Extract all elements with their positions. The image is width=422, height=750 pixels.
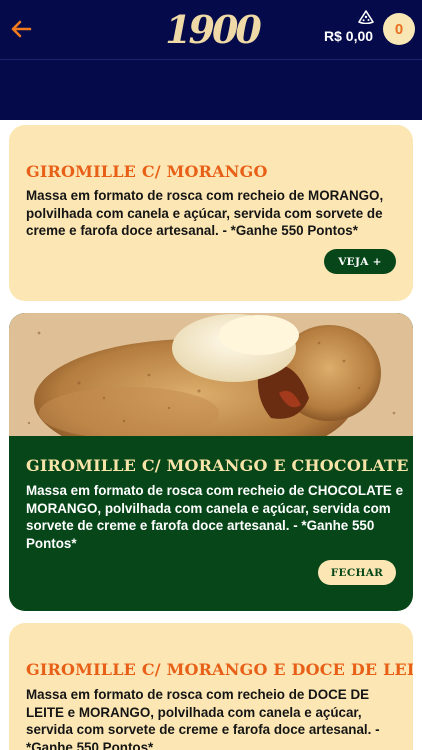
back-button[interactable] — [6, 14, 36, 44]
top-app-bar: 1900 R$ 0,00 0 — [0, 0, 422, 120]
product-description: Massa em formato de rosca com recheio de… — [26, 483, 404, 551]
see-more-button[interactable]: VEJA + — [324, 249, 396, 274]
product-photo — [9, 313, 413, 436]
product-card: GIROMILLE C/ MORANGO E DOCE DE LEITE Mas… — [9, 623, 413, 750]
cart-summary[interactable]: R$ 0,00 — [320, 10, 380, 46]
giromille-dessert-image — [9, 313, 413, 436]
product-title: GIROMILLE C/ MORANGO E CHOCOLATE — [26, 456, 409, 475]
header-divider — [0, 59, 422, 60]
product-description: Massa em formato de rosca com recheio de… — [26, 687, 380, 750]
cart-total: R$ 0,00 — [324, 28, 374, 44]
product-card: GIROMILLE C/ MORANGO Massa em formato de… — [9, 125, 413, 301]
cart-count-badge[interactable]: 0 — [383, 13, 415, 45]
back-arrow-icon — [11, 20, 32, 38]
product-title: GIROMILLE C/ MORANGO — [26, 162, 268, 181]
brand-logo: 1900 — [165, 6, 262, 52]
product-card-expanded: GIROMILLE C/ MORANGO E CHOCOLATE Massa e… — [9, 313, 413, 611]
pizza-slice-icon — [358, 10, 374, 24]
product-title: GIROMILLE C/ MORANGO E DOCE DE LEITE — [26, 660, 413, 679]
close-button[interactable]: FECHAR — [318, 560, 396, 585]
product-description: Massa em formato de rosca com recheio de… — [26, 188, 384, 239]
